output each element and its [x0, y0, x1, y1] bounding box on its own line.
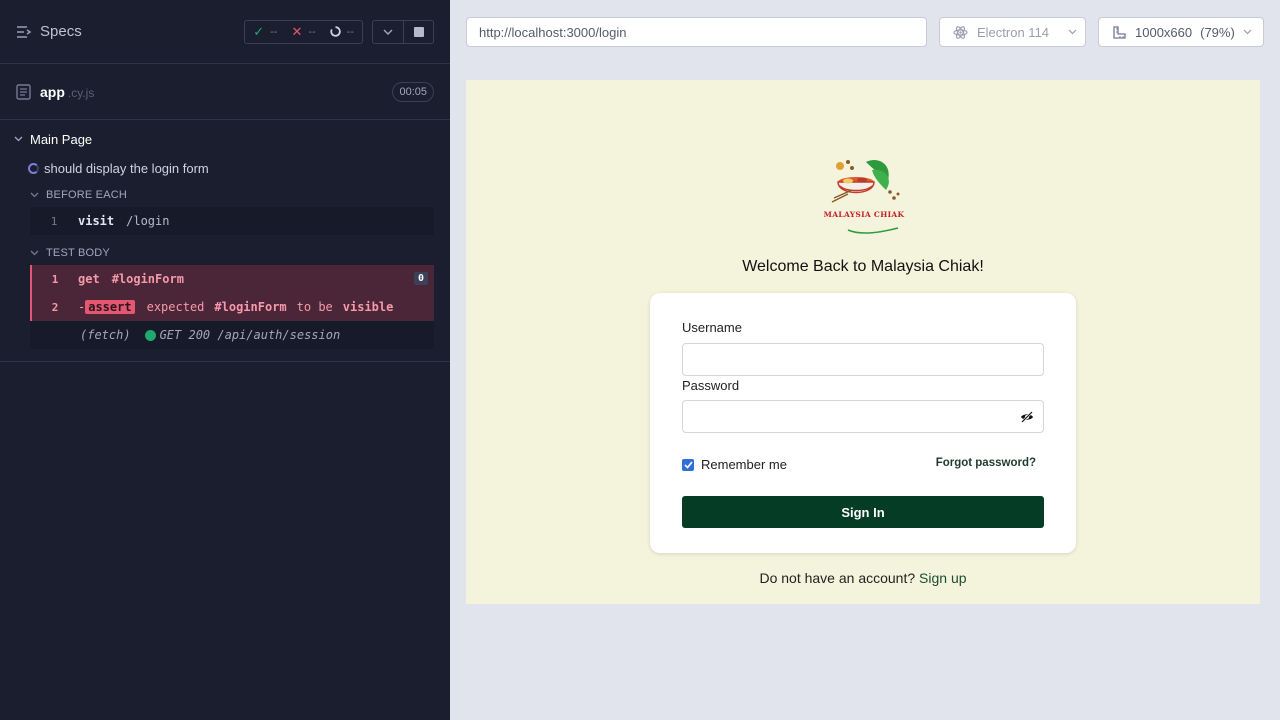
- username-input[interactable]: [682, 343, 1044, 376]
- document-icon: [16, 83, 31, 100]
- auto-scroll-toggle[interactable]: [373, 21, 403, 43]
- assert-value: visible: [342, 300, 394, 314]
- spec-file-ext: .cy.js: [67, 85, 95, 100]
- assert-word: expected: [146, 300, 205, 314]
- failed-stat: ✕ --: [291, 24, 315, 40]
- passed-count: --: [270, 25, 278, 38]
- forgot-password-link[interactable]: Forgot password?: [936, 457, 1036, 469]
- pending-spinner-icon: [330, 26, 341, 37]
- password-input[interactable]: [682, 400, 1044, 433]
- chevron-down-icon: [14, 136, 23, 142]
- viewport-size: 1000x660: [1135, 24, 1193, 40]
- stop-button[interactable]: [403, 20, 433, 43]
- failed-count: --: [308, 25, 316, 38]
- fetch-message: GET 200 /api/auth/session: [159, 328, 341, 342]
- test-title: should display the login form: [44, 160, 209, 176]
- fetch-row[interactable]: (fetch) GET 200 /api/auth/session: [30, 321, 434, 349]
- assert-word: to be: [296, 300, 333, 314]
- command-number: 2: [51, 300, 59, 314]
- running-spinner-icon: [28, 162, 39, 174]
- viewport-info[interactable]: 1000x660 (79%): [1098, 17, 1264, 47]
- command-number: 1: [51, 272, 59, 286]
- remember-me[interactable]: Remember me: [682, 457, 787, 472]
- fetch-label: (fetch): [80, 328, 131, 342]
- sign-in-button[interactable]: Sign In: [682, 496, 1044, 528]
- checkbox-check-icon: [683, 460, 693, 469]
- welcome-heading: Welcome Back to Malaysia Chiak!: [742, 258, 984, 275]
- command-row[interactable]: 1 visit /login: [30, 207, 434, 235]
- app-preview-frame: MALAYSIA CHIAK Welcome Back to Malaysia …: [466, 80, 1260, 604]
- pending-count: --: [346, 25, 354, 38]
- reporter-header: Specs ✓ -- ✕ -- --: [0, 0, 450, 64]
- assert-tag: assert: [85, 300, 135, 314]
- reporter-panel: Specs ✓ -- ✕ -- -- app .cy.js 00:05 Main…: [0, 0, 450, 720]
- eye-off-icon[interactable]: [1020, 410, 1034, 424]
- status-success-icon: [144, 329, 156, 341]
- passed-stat: ✓ --: [253, 24, 277, 40]
- spec-file-row: app .cy.js 00:05: [0, 64, 450, 120]
- check-icon: ✓: [253, 23, 265, 39]
- remember-me-checkbox[interactable]: [682, 458, 694, 471]
- stop-icon: [413, 26, 424, 37]
- suite-title: Main Page: [30, 131, 93, 147]
- suite-title-row[interactable]: Main Page: [0, 125, 450, 153]
- logo-text: MALAYSIA CHIAK: [823, 210, 905, 219]
- chevron-down-icon: [30, 250, 39, 256]
- url-text: http://localhost:3000/login: [479, 24, 627, 40]
- specs-list-icon: [17, 25, 32, 38]
- test-body-label: TEST BODY: [46, 247, 110, 259]
- remember-me-label: Remember me: [701, 457, 787, 472]
- command-name: visit: [78, 214, 115, 228]
- command-name: get: [78, 272, 100, 286]
- x-icon: ✕: [291, 23, 303, 39]
- browser-selector[interactable]: Electron 114: [939, 17, 1086, 47]
- signup-prompt: Do not have an account? Sign up: [466, 570, 1260, 586]
- specs-button[interactable]: Specs: [16, 23, 82, 40]
- browser-name: Electron 114: [977, 24, 1050, 40]
- login-form-card: Username Password Remember me Forgot pas…: [650, 293, 1076, 553]
- runner-controls: [372, 19, 434, 44]
- before-each-hook[interactable]: BEFORE EACH: [0, 183, 450, 207]
- pending-stat: --: [330, 26, 354, 38]
- spec-file-name: app: [40, 83, 65, 100]
- viewport-ruler-icon: [1113, 25, 1126, 39]
- username-label: Username: [682, 320, 742, 335]
- sign-up-link[interactable]: Sign up: [919, 570, 966, 586]
- command-message: /login: [126, 214, 170, 228]
- password-label: Password: [682, 378, 740, 393]
- command-row-failed[interactable]: 1 get #loginForm 0: [30, 265, 434, 293]
- test-body-hook[interactable]: TEST BODY: [0, 241, 450, 265]
- viewport-zoom: (79%): [1200, 24, 1235, 40]
- assert-subject: #loginForm: [214, 300, 287, 314]
- electron-icon: [953, 25, 968, 39]
- test-title-row[interactable]: should display the login form: [0, 153, 450, 183]
- spec-duration: 00:05: [392, 81, 434, 102]
- command-message: #loginForm: [111, 272, 184, 286]
- assert-row-failed[interactable]: 2 - assert expected #loginForm to be vis…: [30, 293, 434, 321]
- signup-prompt-text: Do not have an account?: [759, 570, 916, 586]
- command-number: 1: [50, 214, 58, 228]
- assert-prefix: -: [78, 300, 86, 314]
- before-each-label: BEFORE EACH: [46, 189, 128, 201]
- specs-label: Specs: [40, 23, 82, 40]
- malaysia-chiak-logo: MALAYSIA CHIAK: [822, 156, 906, 236]
- chevron-down-icon: [1068, 29, 1077, 35]
- url-bar[interactable]: http://localhost:3000/login: [466, 17, 927, 47]
- stats-bar: ✓ -- ✕ -- --: [244, 19, 363, 44]
- chevron-down-icon: [383, 29, 393, 35]
- suite-block: Main Page should display the login form …: [0, 120, 450, 362]
- chevron-down-icon: [30, 192, 39, 198]
- element-count-badge: 0: [413, 272, 428, 285]
- chevron-down-icon: [1243, 29, 1252, 35]
